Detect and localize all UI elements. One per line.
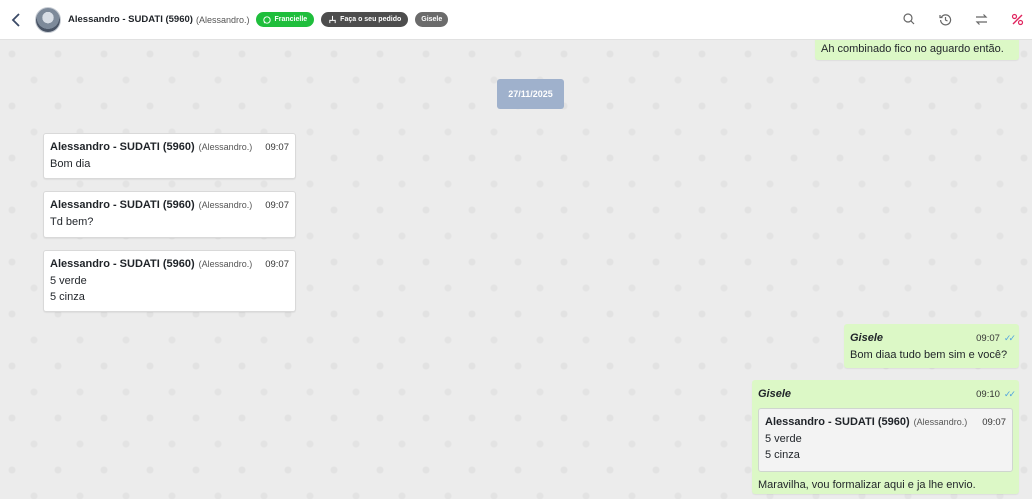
tag-connection[interactable]: Francielle <box>256 12 315 27</box>
message-time: 09:07 <box>265 200 289 211</box>
chat-header: Alessandro - SUDATI (5960) (Alessandro.)… <box>0 0 1032 40</box>
flow-icon <box>329 15 336 24</box>
message-text: Bom dia <box>50 158 91 170</box>
sender-name: Alessandro - SUDATI (5960) <box>50 258 195 270</box>
message-text: Td bem? <box>50 216 94 228</box>
transfer-button[interactable] <box>972 10 990 28</box>
message-time: 09:07 <box>265 142 289 153</box>
message-outgoing-reply[interactable]: Gisele 09:10 ✓✓ Alessandro - SUDATI (596… <box>752 380 1019 494</box>
quoted-time: 09:07 <box>982 417 1006 428</box>
tag-flow[interactable]: Faça o seu pedido <box>321 12 409 27</box>
header-actions <box>900 10 1026 28</box>
quoted-sender-alias: (Alessandro.) <box>913 417 968 427</box>
contact-name[interactable]: Alessandro - SUDATI (5960) <box>68 14 193 25</box>
message-text: Bom diaa tudo bem sim e você? <box>850 349 1008 361</box>
date-separator: 27/11/2025 <box>497 79 564 109</box>
quoted-text-line: 5 cinza <box>765 449 800 461</box>
message-incoming[interactable]: Alessandro - SUDATI (5960) (Alessandro.)… <box>43 250 296 312</box>
message-text-line: 5 verde <box>50 275 87 287</box>
sender-name: Alessandro - SUDATI (5960) <box>50 141 195 153</box>
quoted-sender-name: Alessandro - SUDATI (5960) <box>765 416 910 428</box>
sender-alias: (Alessandro.) <box>198 259 253 269</box>
history-icon <box>938 13 951 25</box>
message-incoming[interactable]: Alessandro - SUDATI (5960) (Alessandro.)… <box>43 133 296 179</box>
date-label: 27/11/2025 <box>508 89 553 99</box>
tag-label: Faça o seu pedido <box>340 16 402 23</box>
message-list[interactable]: Ah combinado fico no aguardo então. 27/1… <box>0 40 1032 499</box>
quoted-text-line: 5 verde <box>765 433 802 445</box>
transfer-icon <box>975 13 987 25</box>
message-outgoing[interactable]: Ah combinado fico no aguardo então. <box>815 40 1019 60</box>
message-outgoing[interactable]: Gisele 09:07 ✓✓ Bom diaa tudo bem sim e … <box>844 324 1019 368</box>
avatar[interactable] <box>35 6 61 33</box>
message-time: 09:07 <box>976 333 1000 344</box>
close-ticket-button[interactable] <box>1008 10 1026 28</box>
chevron-left-icon <box>11 12 20 27</box>
message-text: Maravilha, vou formalizar aqui e ja lhe … <box>758 479 976 491</box>
search-button[interactable] <box>900 10 918 28</box>
tag-label: Francielle <box>274 16 308 23</box>
message-text-line: 5 cinza <box>50 291 85 303</box>
history-button[interactable] <box>936 10 954 28</box>
sender-name: Alessandro - SUDATI (5960) <box>50 199 195 211</box>
sender-name: Gisele <box>758 388 792 400</box>
search-icon <box>903 13 915 25</box>
tag-user[interactable]: Gisele <box>415 12 449 27</box>
back-button[interactable] <box>6 10 26 30</box>
contact-alias: (Alessandro.) <box>195 14 250 25</box>
sender-alias: (Alessandro.) <box>198 142 253 152</box>
message-time: 09:10 <box>976 389 1000 400</box>
message-text: Ah combinado fico no aguardo então. <box>821 43 1004 55</box>
quoted-message[interactable]: Alessandro - SUDATI (5960) (Alessandro.)… <box>758 408 1013 472</box>
sender-alias: (Alessandro.) <box>198 200 253 210</box>
sender-name: Gisele <box>850 332 884 344</box>
tag-label: Gisele <box>421 16 443 23</box>
message-incoming[interactable]: Alessandro - SUDATI (5960) (Alessandro.)… <box>43 191 296 238</box>
message-time: 09:07 <box>265 259 289 270</box>
read-ticks-icon: ✓✓ <box>1003 389 1016 399</box>
whatsapp-icon <box>263 15 272 24</box>
read-ticks-icon: ✓✓ <box>1003 333 1016 343</box>
close-ticket-icon <box>1011 13 1023 25</box>
